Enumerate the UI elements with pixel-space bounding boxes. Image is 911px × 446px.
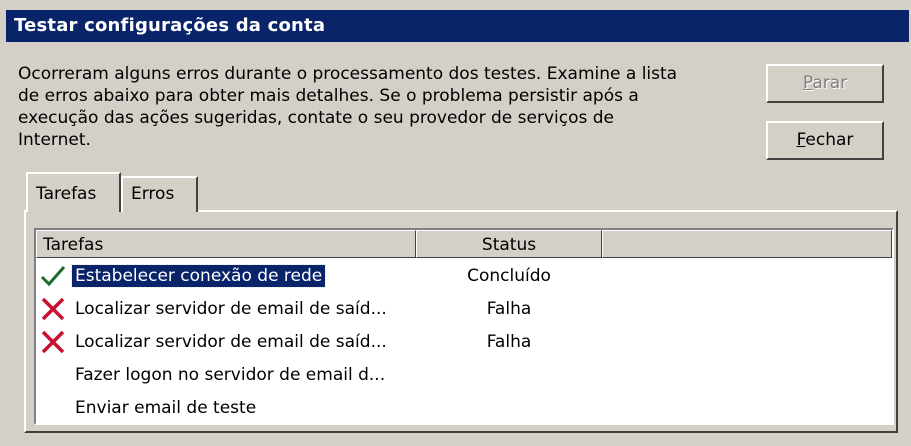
tab-tarefas-label: Tarefas (36, 184, 97, 204)
list-item[interactable]: Enviar email de teste (36, 392, 892, 423)
stop-button-label: arar (812, 73, 848, 93)
task-status: Concluído (467, 266, 551, 286)
task-label: Localizar servidor de email de saíd... (75, 332, 387, 352)
tab-erros[interactable]: Erros (121, 176, 198, 212)
check-icon (40, 266, 66, 287)
red-x-icon (41, 297, 65, 321)
tab-erros-label: Erros (131, 184, 175, 204)
list-item[interactable]: Localizar servidor de email de saíd... F… (36, 293, 892, 326)
tasks-list-view[interactable]: Tarefas Status Estabelecer conexão de re… (34, 228, 894, 425)
list-item[interactable]: Estabelecer conexão de rede Concluído (36, 260, 892, 293)
task-label: Localizar servidor de email de saíd... (75, 299, 387, 319)
column-header-empty[interactable] (602, 230, 892, 258)
task-label: Fazer logon no servidor de email d... (75, 365, 386, 385)
task-label: Estabelecer conexão de rede (70, 264, 327, 288)
red-x-icon (41, 330, 65, 354)
error-message-text: Ocorreram alguns erros durante o process… (18, 64, 678, 150)
stop-button-accel: P (802, 73, 813, 93)
tab-tarefas[interactable]: Tarefas (26, 172, 121, 212)
stop-button[interactable]: Parar (766, 64, 884, 103)
column-header-tarefas[interactable]: Tarefas (36, 230, 416, 258)
dialog-title: Testar configurações da conta (14, 15, 326, 36)
task-label: Enviar email de teste (75, 398, 257, 418)
close-button-label: echar (805, 130, 854, 150)
column-header-status[interactable]: Status (416, 230, 602, 258)
task-status: Falha (486, 299, 532, 319)
list-item[interactable]: Fazer logon no servidor de email d... (36, 359, 892, 392)
close-button[interactable]: Fechar (766, 121, 884, 160)
dialog-title-bar: Testar configurações da conta (6, 10, 909, 42)
list-header: Tarefas Status (36, 230, 892, 258)
task-status: Falha (486, 332, 532, 352)
list-item[interactable]: Localizar servidor de email de saíd... F… (36, 326, 892, 359)
